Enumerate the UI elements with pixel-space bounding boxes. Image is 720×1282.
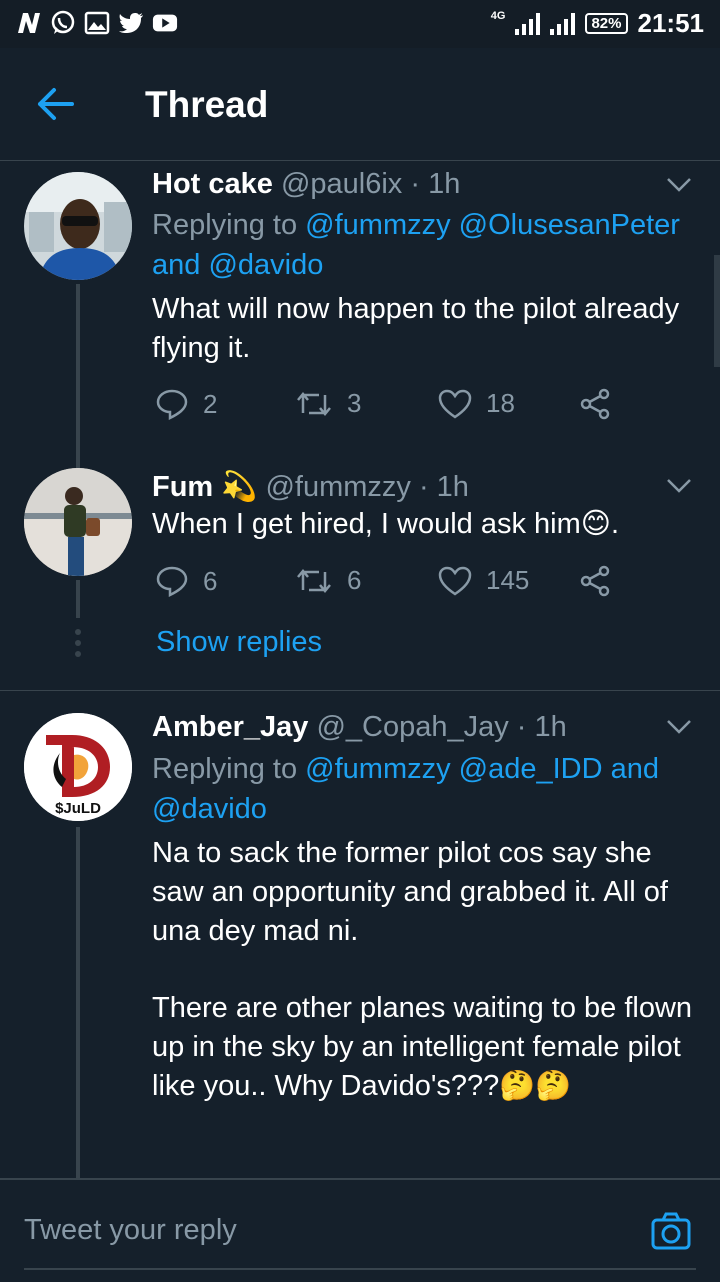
- tweet-body: When I get hired, I would ask him😊.: [152, 508, 620, 540]
- gallery-icon: [84, 10, 110, 36]
- arrow-left-icon[interactable]: [36, 86, 76, 122]
- author-emoji: 💫: [221, 471, 258, 503]
- avatar[interactable]: [24, 172, 132, 280]
- retweet-count: 3: [347, 388, 362, 418]
- clock: 21:51: [637, 8, 705, 38]
- share-icon: [580, 388, 610, 420]
- tweet-author-row: Fum 💫 @fummzzy · 1h: [152, 470, 469, 504]
- tweet-amber-jay[interactable]: $JuLD Amber_Jay @_Copah_Jay · 1h Replyin…: [0, 691, 720, 1178]
- share-button[interactable]: [579, 388, 611, 420]
- network-type: 4G: [490, 9, 506, 22]
- heart-icon: [438, 389, 472, 419]
- whatsapp-icon: [50, 10, 76, 36]
- chevron-down-icon[interactable]: [666, 478, 692, 494]
- like-button[interactable]: 18: [438, 388, 515, 419]
- retweet-icon: [297, 568, 331, 593]
- reply-input[interactable]: Tweet your reply: [24, 1214, 237, 1247]
- replying-to: Replying to @fummzzy @ade_IDD and @david…: [152, 749, 702, 829]
- status-bar: 4G 82% 21:51: [0, 0, 720, 48]
- reply-button[interactable]: 2: [155, 388, 217, 420]
- thread-dots: [75, 629, 81, 662]
- author-name[interactable]: Hot cake: [152, 168, 273, 200]
- tweet-fum[interactable]: Fum 💫 @fummzzy · 1h When I get hired, I …: [0, 450, 720, 690]
- signal-strength-icon-2: [550, 12, 576, 35]
- mention-and[interactable]: and: [152, 249, 200, 281]
- tweet-author-row: Hot cake @paul6ix · 1h: [152, 168, 460, 201]
- avatar[interactable]: $JuLD: [24, 713, 132, 821]
- share-button[interactable]: [579, 565, 611, 597]
- reply-count: 6: [203, 565, 218, 596]
- author-name[interactable]: Fum: [152, 471, 213, 503]
- mention-and[interactable]: and: [611, 753, 659, 785]
- page-title: Thread: [145, 84, 269, 125]
- mention-link[interactable]: @fummzzy @ade_IDD: [305, 753, 602, 785]
- like-button[interactable]: 145: [438, 565, 529, 596]
- retweet-button[interactable]: 3: [295, 388, 361, 419]
- tweet-time: · 1h: [516, 711, 567, 743]
- share-icon: [580, 565, 610, 597]
- replying-to-label: Replying to: [152, 753, 298, 785]
- reply-icon: [156, 566, 188, 597]
- like-count: 145: [486, 565, 530, 595]
- mention-link[interactable]: @fummzzy @OlusesanPeter: [305, 209, 680, 241]
- tweet-hot-cake[interactable]: Hot cake @paul6ix · 1h Replying to @fumm…: [0, 160, 720, 484]
- replying-to: Replying to @fummzzy @OlusesanPeter and …: [152, 205, 702, 285]
- reply-count: 2: [203, 388, 218, 419]
- tweet-body: Na to sack the former pilot cos say she …: [152, 834, 702, 1106]
- reply-composer: Tweet your reply: [0, 1178, 720, 1282]
- tweet-time: · 1h: [410, 168, 461, 200]
- reply-button[interactable]: 6: [155, 565, 217, 597]
- battery-indicator: 82%: [585, 13, 628, 34]
- avatar[interactable]: [24, 468, 132, 576]
- author-handle[interactable]: @fummzzy: [265, 471, 410, 503]
- thread-line: [76, 827, 80, 1178]
- tweet-actions: 2 3 18: [155, 388, 625, 422]
- input-underline: [24, 1268, 696, 1270]
- tweet-body-paragraph: There are other planes waiting to be flo…: [152, 992, 693, 1102]
- tweet-body-paragraph: Na to sack the former pilot cos say she …: [152, 837, 668, 947]
- mention-link[interactable]: @davido: [152, 793, 267, 825]
- like-count: 18: [486, 388, 515, 418]
- app-header: Thread: [0, 48, 720, 161]
- author-name[interactable]: Amber_Jay: [152, 711, 308, 743]
- heart-icon: [438, 566, 472, 596]
- author-handle[interactable]: @_Copah_Jay: [316, 711, 508, 743]
- tweet-body: What will now happen to the pilot alread…: [152, 293, 680, 364]
- reply-icon: [156, 389, 188, 420]
- avatar-logo-text: $JuLD: [55, 800, 101, 817]
- chevron-down-icon[interactable]: [666, 719, 692, 735]
- author-handle[interactable]: @paul6ix: [281, 168, 402, 200]
- retweet-button[interactable]: 6: [295, 565, 361, 596]
- n-app-icon: [16, 10, 42, 36]
- tweet-time: · 1h: [418, 471, 469, 503]
- chevron-down-icon[interactable]: [666, 177, 692, 193]
- tweet-actions: 6 6 145: [155, 565, 625, 599]
- show-replies-link[interactable]: Show replies: [156, 626, 322, 659]
- mention-link[interactable]: @davido: [208, 249, 323, 281]
- tweet-author-row: Amber_Jay @_Copah_Jay · 1h: [152, 711, 567, 744]
- twitter-icon: [118, 10, 144, 36]
- youtube-icon: [152, 10, 178, 36]
- camera-icon[interactable]: [650, 1210, 692, 1252]
- retweet-icon: [297, 391, 331, 416]
- signal-strength-icon: [515, 12, 541, 35]
- replying-to-label: Replying to: [152, 209, 298, 241]
- thread-line: [76, 580, 80, 618]
- notification-icons: [16, 10, 178, 36]
- retweet-count: 6: [347, 565, 362, 595]
